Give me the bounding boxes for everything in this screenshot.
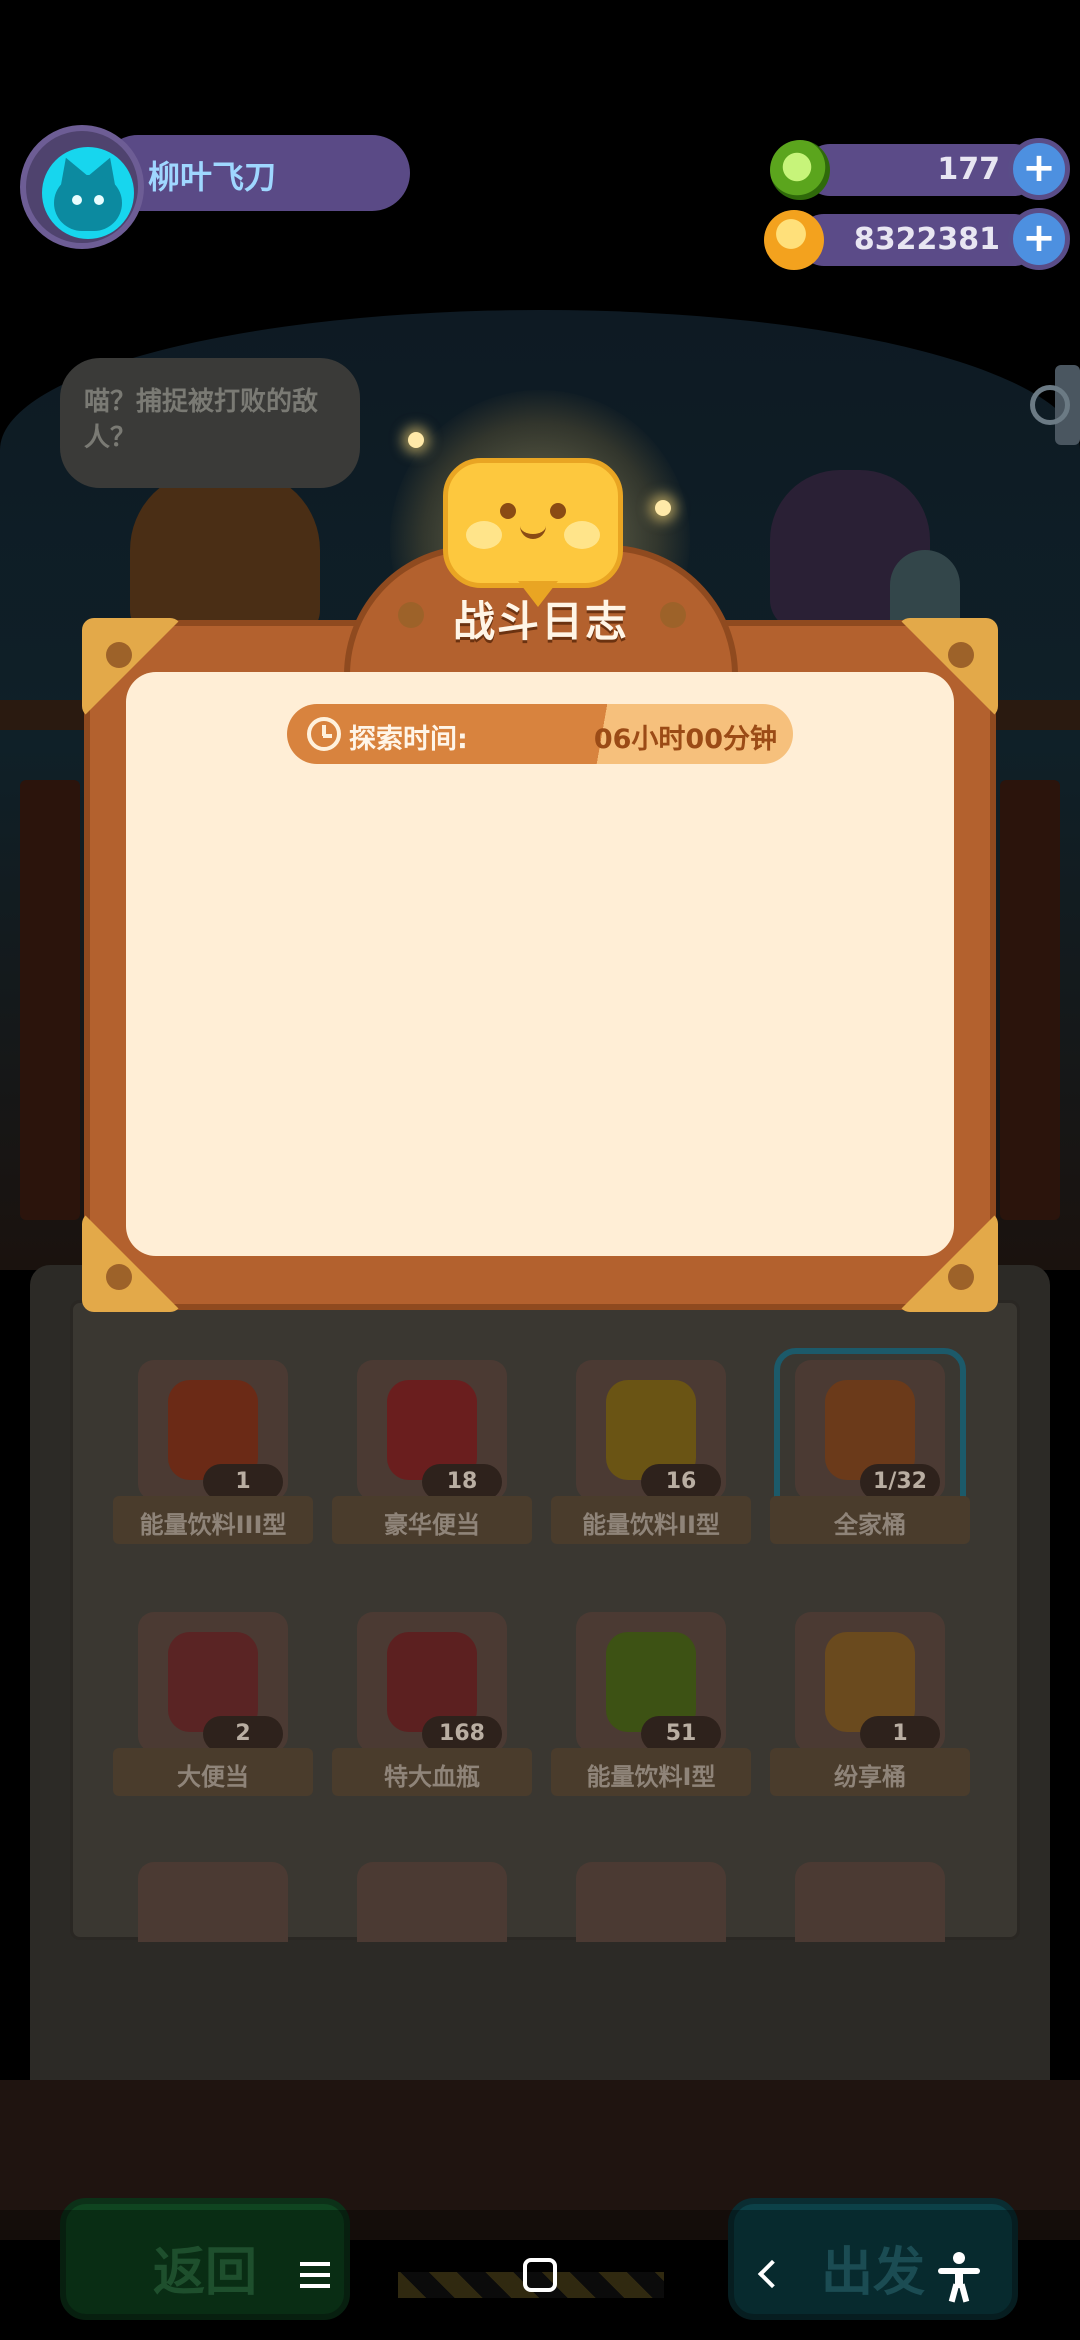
item-slot[interactable]: 18 豪华便当	[332, 1360, 532, 1550]
item-slot[interactable]: 2 大便当	[113, 1612, 313, 1802]
accessibility-icon[interactable]	[936, 2250, 986, 2303]
item-slot[interactable]: 168 特大血瓶	[332, 1612, 532, 1802]
item-label: 特大血瓶	[384, 1763, 480, 1791]
explore-time-label: 探索时间:	[349, 724, 468, 755]
item-slot[interactable]: 1 纷享桶	[770, 1612, 970, 1802]
planet-coin-icon	[764, 210, 824, 270]
currency-value: 8322381	[853, 222, 1000, 257]
recent-apps-icon[interactable]	[292, 2250, 342, 2300]
item-count: 168	[422, 1716, 502, 1752]
item-slot[interactable]: 16 能量饮料II型	[551, 1360, 751, 1550]
explore-time-value: 06小时00分钟	[593, 724, 777, 755]
item-count: 16	[641, 1464, 721, 1500]
sparkle-icon	[408, 432, 424, 448]
item-slot[interactable]: 1 能量饮料III型	[113, 1360, 313, 1550]
add-currency-button[interactable]: +	[1008, 208, 1070, 270]
item-label: 能量饮料II型	[582, 1511, 720, 1539]
player-profile[interactable]: 柳叶飞刀	[20, 125, 410, 249]
item-count: 51	[641, 1716, 721, 1752]
explore-time-bar: 探索时间: 06小时00分钟	[287, 704, 793, 764]
npc-cat-character	[130, 470, 320, 640]
background-pillar-left	[20, 780, 80, 1220]
npc-speech-bubble: 喵？捕捉被打败的敌人？	[60, 358, 360, 488]
item-label: 大便当	[177, 1763, 249, 1791]
home-icon[interactable]	[523, 2258, 557, 2292]
item-slot-selected[interactable]: 1/32 全家桶	[770, 1348, 970, 1550]
item-label: 全家桶	[834, 1511, 906, 1539]
item-slot-partial[interactable]	[357, 1862, 507, 1942]
avatar[interactable]	[20, 125, 144, 249]
background-pillar-right	[1000, 780, 1060, 1220]
item-label: 豪华便当	[384, 1511, 480, 1539]
game-scene: 喵？捕捉被打败的敌人？ 1 能量饮料III型 18 豪华便当 16 能量饮料II…	[0, 0, 1080, 2340]
item-slot-partial[interactable]	[576, 1862, 726, 1942]
item-label: 能量饮料III型	[139, 1511, 287, 1539]
currency-donut: 177 +	[770, 138, 1070, 200]
donut-coin-icon	[770, 140, 830, 200]
player-name: 柳叶飞刀	[148, 158, 277, 196]
add-currency-button[interactable]: +	[1008, 138, 1070, 200]
clock-icon	[307, 717, 341, 751]
smiley-mascot-icon	[443, 458, 623, 607]
sparkle-icon	[655, 500, 671, 516]
item-slot-partial[interactable]	[795, 1862, 945, 1942]
item-count: 2	[203, 1716, 283, 1752]
side-search-icon[interactable]	[1030, 385, 1070, 425]
item-count: 1	[860, 1716, 940, 1752]
cat-avatar-icon	[42, 147, 134, 239]
dialog-title: 战斗日志	[452, 597, 629, 646]
item-count: 1/32	[860, 1464, 940, 1500]
item-slot-partial[interactable]	[138, 1862, 288, 1942]
item-count: 1	[203, 1464, 283, 1500]
item-label: 纷享桶	[834, 1763, 906, 1791]
item-label: 能量饮料I型	[586, 1763, 716, 1791]
item-count: 18	[422, 1464, 502, 1500]
currency-value: 177	[937, 152, 1000, 187]
item-slot[interactable]: 51 能量饮料I型	[551, 1612, 751, 1802]
currency-planet: 8322381 +	[764, 208, 1070, 270]
npc-speech-text: 喵？捕捉被打败的敌人？	[84, 387, 319, 453]
